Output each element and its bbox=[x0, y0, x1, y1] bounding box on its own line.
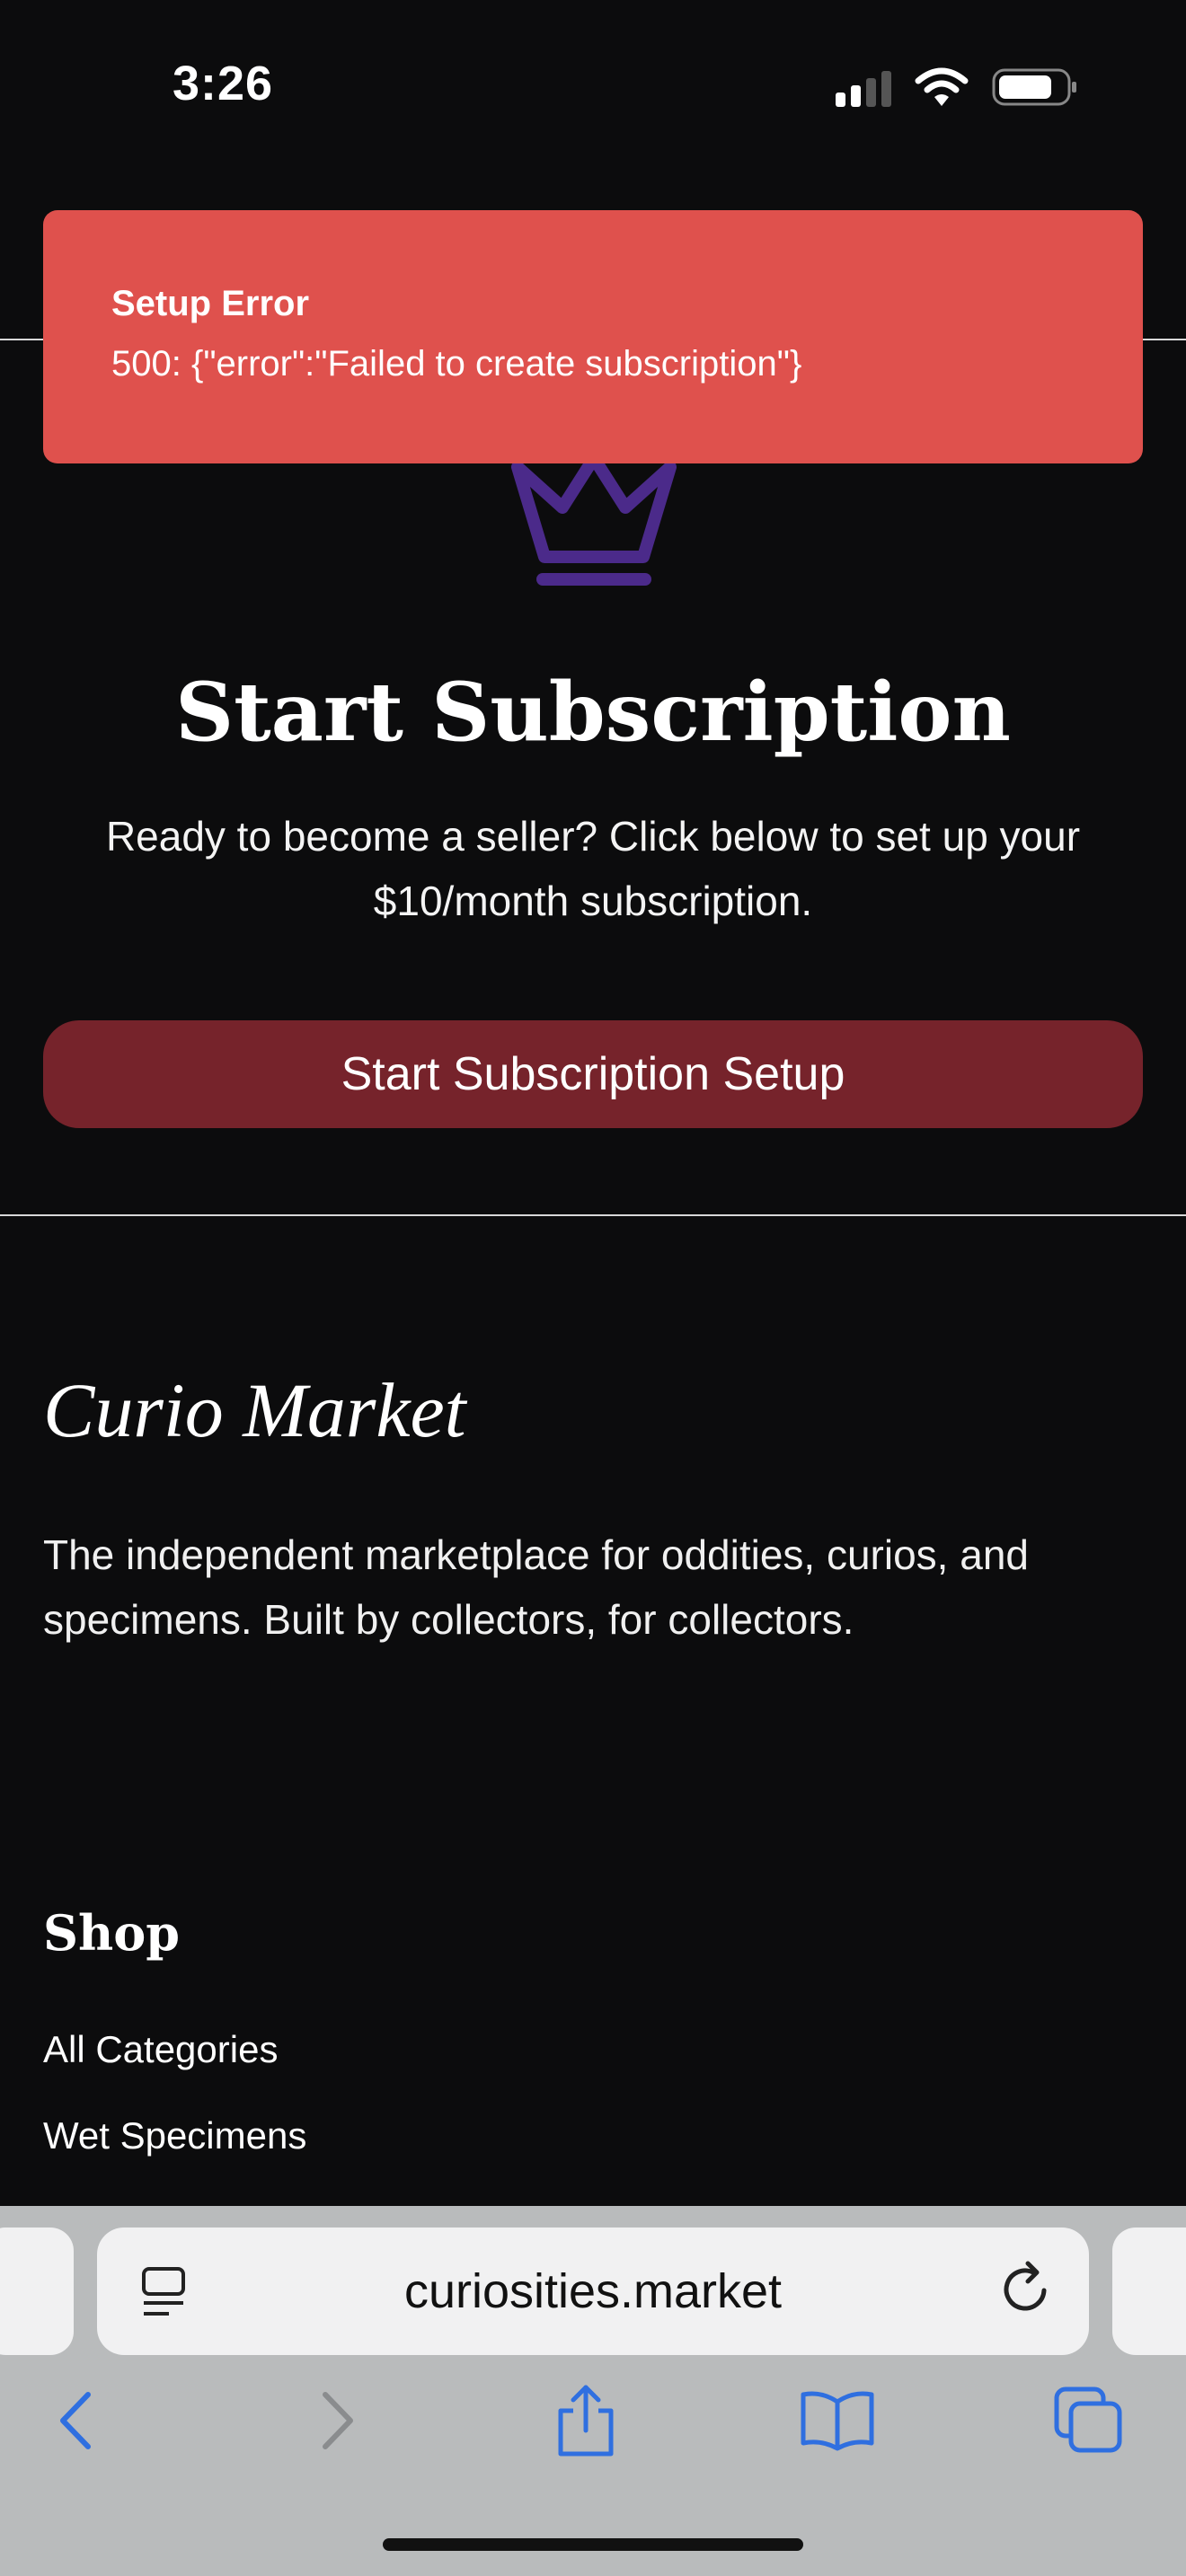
crown-icon bbox=[509, 440, 679, 597]
status-icons bbox=[836, 65, 1078, 110]
page-description: Ready to become a seller? Click below to… bbox=[105, 813, 1081, 924]
cellular-signal-icon bbox=[836, 67, 891, 107]
site-logo[interactable]: Curio Market bbox=[43, 1365, 466, 1455]
forward-icon[interactable] bbox=[314, 2389, 359, 2452]
error-toast: Setup Error 500: {"error":"Failed to cre… bbox=[43, 210, 1143, 463]
logo-text: Curio Market bbox=[43, 1367, 466, 1453]
home-indicator[interactable] bbox=[383, 2538, 803, 2551]
back-icon[interactable] bbox=[54, 2389, 99, 2452]
footer-link-all-categories[interactable]: All Categories bbox=[43, 2028, 278, 2071]
page-title: Start Subscription bbox=[175, 665, 1011, 760]
status-time: 3:26 bbox=[173, 57, 274, 110]
start-subscription-button[interactable]: Start Subscription Setup bbox=[43, 1020, 1143, 1128]
footer-tagline: The independent marketplace for oddities… bbox=[43, 1531, 1029, 1643]
wifi-icon bbox=[915, 67, 969, 106]
battery-icon bbox=[992, 68, 1076, 106]
bookmarks-icon[interactable] bbox=[798, 2389, 877, 2452]
footer-link-wet-specimens[interactable]: Wet Specimens bbox=[43, 2114, 306, 2157]
reload-icon[interactable] bbox=[997, 2260, 1055, 2317]
reader-icon[interactable] bbox=[138, 2263, 189, 2321]
tabs-icon[interactable] bbox=[1051, 2384, 1125, 2456]
share-icon[interactable] bbox=[553, 2382, 618, 2457]
toast-message: 500: {"error":"Failed to create subscrip… bbox=[111, 344, 802, 384]
divider-bottom bbox=[0, 1214, 1186, 1216]
toast-title: Setup Error bbox=[111, 284, 310, 323]
footer-shop-heading: Shop bbox=[43, 1904, 181, 1962]
